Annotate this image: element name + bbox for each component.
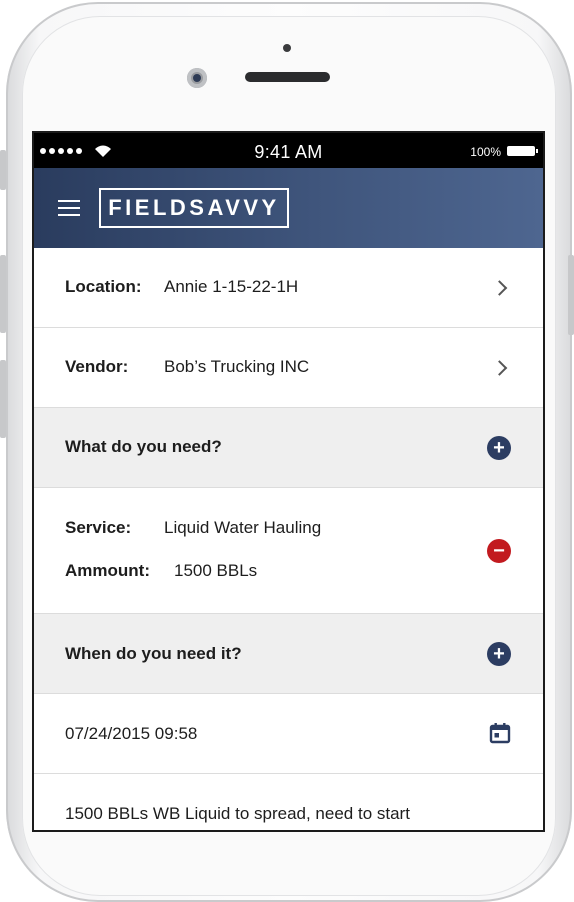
vendor-value: Bob’s Trucking INC xyxy=(164,357,310,376)
speaker-grille xyxy=(245,72,330,82)
location-row[interactable]: Location: Annie 1-15-22-1H xyxy=(34,248,543,328)
amount-value: 1500 BBLs xyxy=(174,561,258,580)
add-time-button[interactable]: + xyxy=(487,642,511,666)
vendor-label: Vendor: xyxy=(65,357,129,376)
status-time: 9:41 AM xyxy=(254,142,323,162)
side-button-power xyxy=(568,255,574,335)
chevron-right-icon xyxy=(491,359,508,376)
chevron-right-icon xyxy=(491,279,508,296)
location-value: Annie 1-15-22-1H xyxy=(164,277,299,296)
location-label: Location: xyxy=(65,277,142,296)
front-camera xyxy=(187,68,207,88)
app-screen: 9:41 AM 100% FIELDSAVVY Location: Annie … xyxy=(34,133,543,830)
amount-label: Ammount: xyxy=(65,561,150,580)
calendar-icon[interactable] xyxy=(489,722,511,744)
service-value: Liquid Water Hauling xyxy=(164,518,322,537)
status-bar: 9:41 AM 100% xyxy=(34,133,543,168)
what-section-header: What do you need? + xyxy=(34,408,543,488)
datetime-value: 07/24/2015 09:58 xyxy=(65,724,198,743)
sensor xyxy=(283,44,291,52)
add-service-button[interactable]: + xyxy=(487,436,511,460)
notes-row[interactable]: 1500 BBLs WB Liquid to spread, need to s… xyxy=(34,774,543,830)
app-logo: FIELDSAVVY xyxy=(99,188,289,228)
vendor-row[interactable]: Vendor: Bob’s Trucking INC xyxy=(34,328,543,408)
battery-percent: 100% xyxy=(470,145,501,159)
side-button-volume-up xyxy=(0,255,6,333)
remove-service-button[interactable]: − xyxy=(487,539,511,563)
service-label: Service: xyxy=(65,518,132,537)
notes-text: 1500 BBLs WB Liquid to spread, need to s… xyxy=(65,804,410,823)
service-item: Service: Liquid Water Hauling Ammount: 1… xyxy=(34,488,543,614)
what-section-title: What do you need? xyxy=(65,437,222,456)
when-section-header: When do you need it? + xyxy=(34,614,543,694)
when-section-title: When do you need it? xyxy=(65,644,242,663)
side-button-volume-down xyxy=(0,360,6,438)
side-button-mute xyxy=(0,150,6,190)
battery-icon xyxy=(507,146,538,156)
app-header: FIELDSAVVY xyxy=(34,168,543,248)
menu-icon[interactable] xyxy=(58,200,80,216)
datetime-row[interactable]: 07/24/2015 09:58 xyxy=(34,694,543,774)
